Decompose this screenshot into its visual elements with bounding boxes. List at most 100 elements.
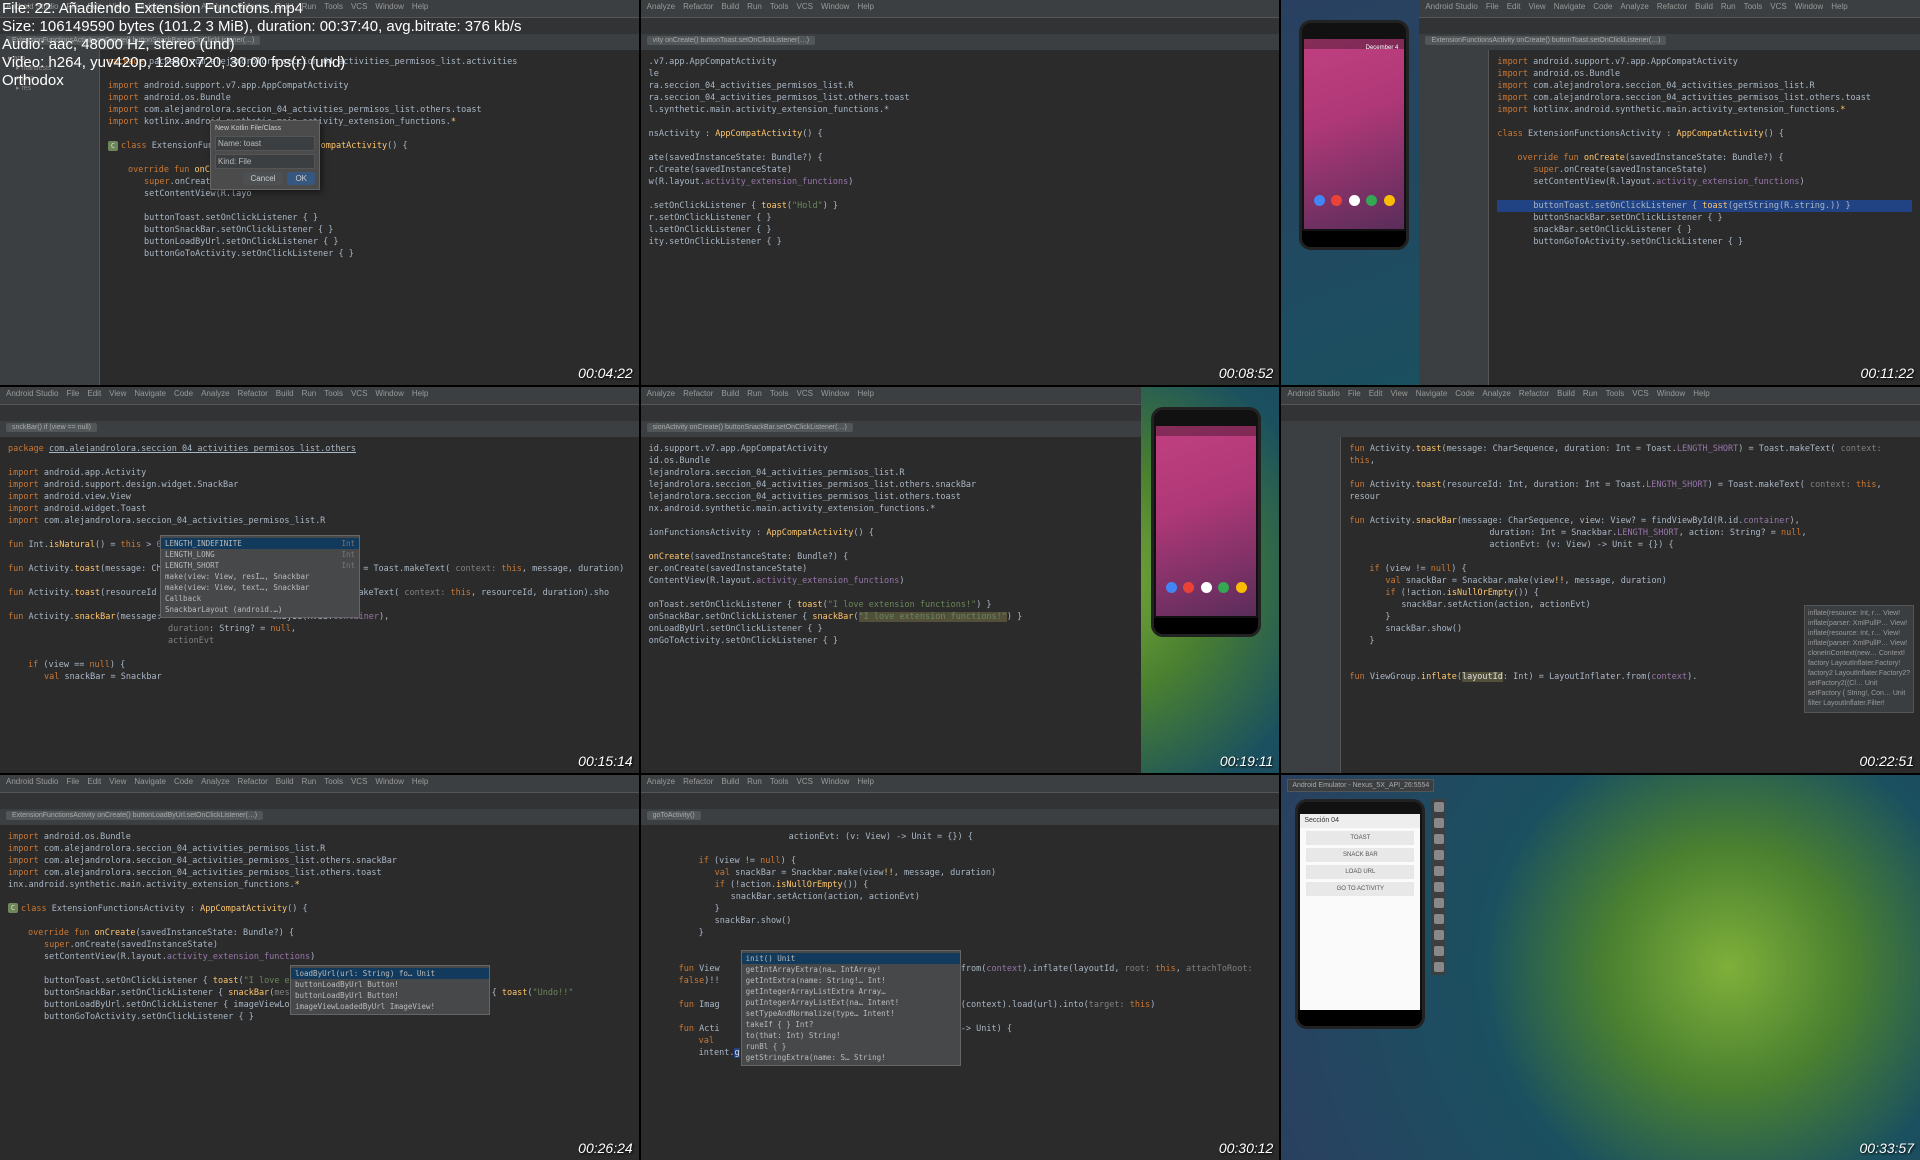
meta-app: Orthodox (2, 72, 522, 90)
app-icon[interactable] (1331, 195, 1342, 206)
ac-item[interactable]: make(view: View, text…, Snackbar (161, 582, 359, 593)
class-gutter-icon[interactable]: C (8, 903, 18, 913)
ide-menubar[interactable]: AnalyzeRefactorBuildRunToolsVCSWindowHel… (641, 387, 1142, 405)
ac-item[interactable]: takeIf { } Int? (742, 1019, 960, 1030)
home-icon[interactable] (1434, 930, 1444, 940)
zoom-icon[interactable] (1434, 898, 1444, 908)
ac-item[interactable]: getStringExtra(name: S… String! (742, 1052, 960, 1063)
timestamp: 00:30:12 (1219, 1140, 1274, 1156)
meta-video: Video: h264, yuv420p, 1280x720, 30.00 fp… (2, 54, 522, 72)
ok-button[interactable]: OK (287, 172, 315, 185)
ide-menubar[interactable]: Android StudioFileEditViewNavigateCodeAn… (0, 387, 639, 405)
class-gutter-icon[interactable]: C (108, 141, 118, 151)
ac-item[interactable]: LENGTH_INDEFINITEInt (161, 538, 359, 549)
ac-item[interactable]: init() Unit (742, 953, 960, 964)
autocomplete-popup[interactable]: init() Unit getIntArrayExtra(na… IntArra… (741, 950, 961, 1066)
ide-menubar[interactable]: AnalyzeRefactorBuildRunToolsVCSWindowHel… (641, 0, 1280, 18)
ac-item[interactable]: putIntegerArrayListExt(na… Intent! (742, 997, 960, 1008)
name-input[interactable]: Name: toast (215, 136, 315, 151)
meta-file: File: 22. Añadiendo Extension Functions.… (2, 0, 522, 18)
toast-button[interactable]: TOAST (1306, 831, 1414, 845)
ac-item[interactable]: make(view: View, resI…, Snackbar (161, 571, 359, 582)
project-tree[interactable] (1419, 50, 1489, 385)
ac-item[interactable]: getIntegerArrayListExtra Array… (742, 986, 960, 997)
volume-up-icon[interactable] (1434, 818, 1444, 828)
autocomplete-popup[interactable]: LENGTH_INDEFINITEInt LENGTH_LONGInt LENG… (160, 535, 360, 618)
emulator-navbar[interactable] (1154, 618, 1258, 634)
gotoactivity-button[interactable]: GO TO ACTIVITY (1306, 882, 1414, 896)
thumbnail-5: AnalyzeRefactorBuildRunToolsVCSWindowHel… (641, 387, 1280, 772)
breadcrumb[interactable] (641, 793, 1280, 809)
editor-tabs[interactable]: goToActivity() (641, 809, 1280, 825)
ac-item[interactable]: runBl { } (742, 1041, 960, 1052)
loadurl-button[interactable]: LOAD URL (1306, 865, 1414, 879)
breadcrumb[interactable] (0, 405, 639, 421)
thumbnail-7: Android StudioFileEditViewNavigateCodeAn… (0, 775, 639, 1160)
rotate-right-icon[interactable] (1434, 866, 1444, 876)
app-icon[interactable] (1349, 195, 1360, 206)
ac-item[interactable]: LENGTH_LONGInt (161, 549, 359, 560)
android-emulator[interactable]: Sección 04 TOAST SNACK BAR LOAD URL GO T… (1295, 799, 1425, 1029)
cancel-button[interactable]: Cancel (243, 172, 284, 185)
back-icon[interactable] (1434, 914, 1444, 924)
ac-item[interactable]: imageViewLoadedByUrl ImageView! (291, 1001, 489, 1012)
project-tree[interactable] (1281, 437, 1341, 772)
ac-item[interactable]: SnackbarLayout (android.…) (161, 604, 359, 615)
ac-item[interactable]: to(that: Int) String! (742, 1030, 960, 1041)
editor-tabs[interactable]: snckBar() if (view == null) (0, 421, 639, 437)
ide-menubar[interactable]: Android StudioFileEditViewNavigateCodeAn… (1281, 387, 1920, 405)
ide-menubar[interactable]: AnalyzeRefactorBuildRunToolsVCSWindowHel… (641, 775, 1280, 793)
code-editor[interactable]: .v7.app.AppCompatActivity le ra.seccion_… (641, 50, 1280, 385)
ac-item[interactable]: setTypeAndNormalize(type… Intent! (742, 1008, 960, 1019)
ac-item[interactable]: buttonLoadByUrl Button! (291, 979, 489, 990)
android-emulator[interactable]: December 4 (1299, 20, 1409, 250)
ac-item[interactable]: getIntExtra(name: String!… Int! (742, 975, 960, 986)
android-emulator[interactable] (1151, 407, 1261, 637)
ac-item[interactable]: getIntArrayExtra(na… IntArray! (742, 964, 960, 975)
app-icon[interactable] (1236, 582, 1247, 593)
breadcrumb[interactable] (1419, 18, 1920, 34)
app-icon[interactable] (1366, 195, 1377, 206)
editor-tabs[interactable]: ExtensionFunctionsActivity onCreate() bu… (1419, 34, 1920, 50)
emulator-dock[interactable] (1162, 582, 1250, 596)
app-icon[interactable] (1384, 195, 1395, 206)
code-editor[interactable]: import android.support.v7.app.AppCompatA… (1489, 50, 1920, 385)
emulator-toolbar[interactable] (1431, 799, 1445, 975)
screenshot-icon[interactable] (1434, 882, 1444, 892)
dialog-title: New Kotlin File/Class (215, 125, 315, 132)
project-tree[interactable]: ▸ app ▸ manifests ▾ java ▸ res (0, 50, 100, 385)
kind-select[interactable]: Kind: File (215, 154, 315, 169)
app-icon[interactable] (1314, 195, 1325, 206)
editor-tabs[interactable] (1281, 421, 1920, 437)
rotate-left-icon[interactable] (1434, 850, 1444, 860)
ac-item[interactable]: Callback (161, 593, 359, 604)
ide-menubar[interactable]: Android StudioFileEditViewNavigateCodeAn… (1419, 0, 1920, 18)
autocomplete-popup[interactable]: loadByUrl(url: String) fo… Unit buttonLo… (290, 965, 490, 1015)
breadcrumb[interactable] (0, 793, 639, 809)
power-icon[interactable] (1434, 802, 1444, 812)
breadcrumb[interactable] (641, 18, 1280, 34)
emulator-navbar[interactable] (1302, 231, 1406, 247)
more-icon[interactable] (1434, 962, 1444, 972)
code-editor[interactable]: id.support.v7.app.AppCompatActivity id.o… (641, 437, 1142, 772)
emulator-navbar[interactable] (1298, 1010, 1422, 1026)
app-icon[interactable] (1183, 582, 1194, 593)
editor-tabs[interactable]: vity onCreate() buttonToast.setOnClickLi… (641, 34, 1280, 50)
app-icon[interactable] (1166, 582, 1177, 593)
ac-item[interactable]: loadByUrl(url: String) fo… Unit (291, 968, 489, 979)
volume-down-icon[interactable] (1434, 834, 1444, 844)
breadcrumb[interactable] (1281, 405, 1920, 421)
code-editor[interactable]: package package com.alejandrolora.seccio… (100, 50, 639, 385)
emulator-dock[interactable] (1310, 195, 1398, 209)
autocomplete-popup[interactable]: inflate(resource: Int, r… View! inflate(… (1804, 605, 1914, 713)
ac-item[interactable]: buttonLoadByUrl Button! (291, 990, 489, 1001)
ac-item[interactable]: LENGTH_SHORTInt (161, 560, 359, 571)
app-icon[interactable] (1201, 582, 1212, 593)
app-icon[interactable] (1218, 582, 1229, 593)
ide-menubar[interactable]: Android StudioFileEditViewNavigateCodeAn… (0, 775, 639, 793)
editor-tabs[interactable]: ExtensionFunctionsActivity onCreate() bu… (0, 809, 639, 825)
editor-tabs[interactable]: sionActivity onCreate() buttonSnackBar.s… (641, 421, 1142, 437)
overview-icon[interactable] (1434, 946, 1444, 956)
snackbar-button[interactable]: SNACK BAR (1306, 848, 1414, 862)
breadcrumb[interactable] (641, 405, 1142, 421)
